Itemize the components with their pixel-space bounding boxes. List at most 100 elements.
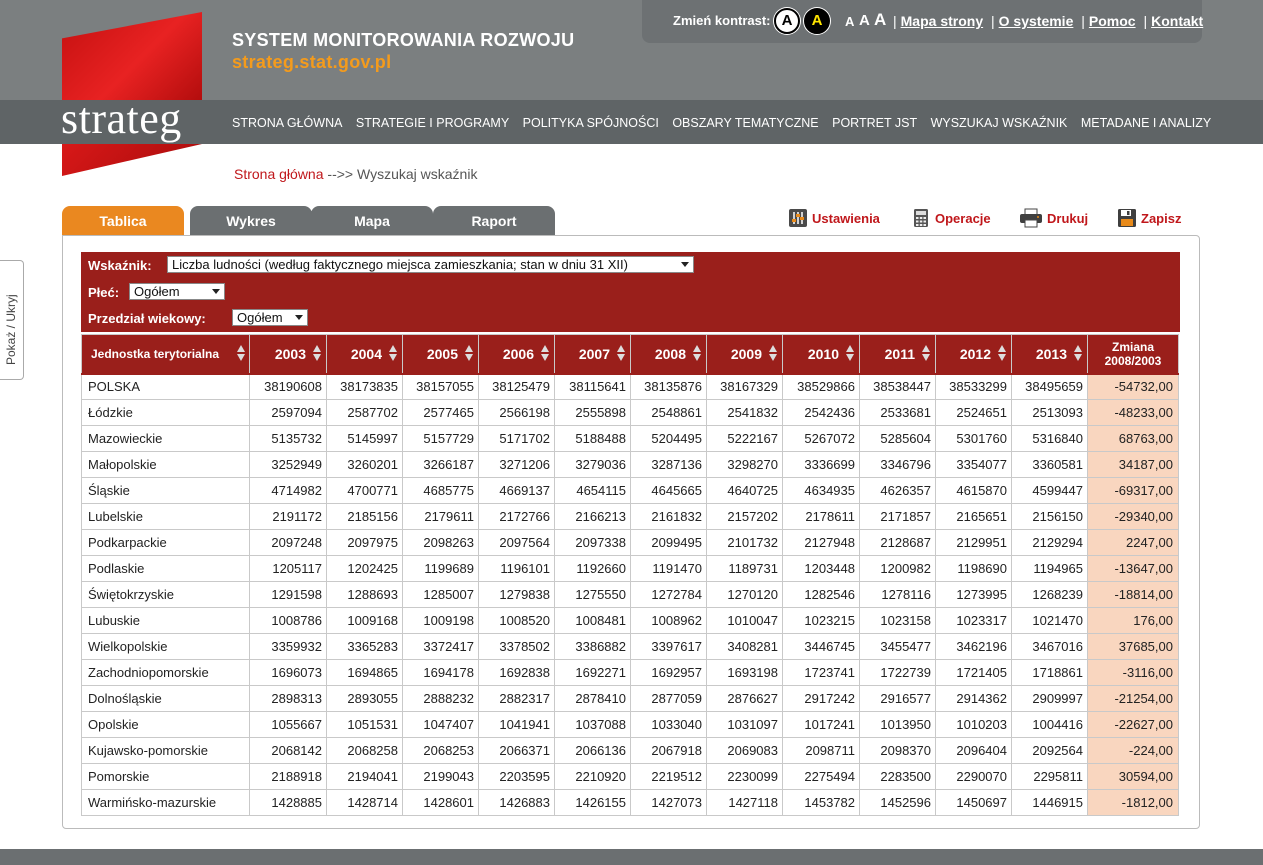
column-header-year[interactable]: 2006 <box>478 334 555 374</box>
chevron-down-icon <box>681 262 689 267</box>
logo-text[interactable]: strateg <box>61 93 182 144</box>
nav-item-metadata[interactable]: METADANE I ANALIZY <box>1081 116 1211 130</box>
sex-select[interactable]: Ogółem <box>129 283 225 300</box>
value-cell: 2230099 <box>706 763 783 790</box>
sort-arrows-icon[interactable] <box>389 345 397 363</box>
sort-arrows-icon[interactable] <box>1074 345 1082 363</box>
value-cell: 2098263 <box>402 529 479 556</box>
value-cell: 38125479 <box>478 372 555 400</box>
font-small-button[interactable]: A <box>845 14 854 29</box>
table-row: Śląskie 4714982 4700771 4685775 4669137 46541… <box>81 477 1179 504</box>
value-cell: 38115641 <box>554 372 631 400</box>
show-hide-toggle[interactable]: Pokaż / Ukryj <box>0 260 24 380</box>
utility-links: | Mapa strony | O systemie | Pomoc | Kontakt <box>889 13 1203 29</box>
sort-arrows-icon[interactable] <box>465 345 473 363</box>
nav-item-search-indicator[interactable]: WYSZUKAJ WSKAŹNIK <box>931 116 1068 130</box>
value-cell: 2129294 <box>1011 529 1088 556</box>
value-cell: 1721405 <box>935 659 1012 686</box>
contrast-normal-button[interactable]: A <box>774 8 800 34</box>
column-header-year[interactable]: 2009 <box>706 334 783 374</box>
contact-link[interactable]: Kontakt <box>1151 13 1203 29</box>
tab-report[interactable]: Raport <box>433 206 555 236</box>
column-header-year[interactable]: 2003 <box>249 334 327 374</box>
value-cell: 3260201 <box>326 451 403 478</box>
change-cell: -18814,00 <box>1087 581 1179 608</box>
font-large-button[interactable]: A <box>874 10 886 30</box>
value-cell: 3386882 <box>554 633 631 660</box>
contrast-high-button[interactable]: A <box>804 8 830 34</box>
value-cell: 2127948 <box>782 529 860 556</box>
print-label: Drukuj <box>1047 211 1089 226</box>
column-header-change[interactable]: Zmiana 2008/2003 <box>1087 334 1179 374</box>
value-cell: 2888232 <box>402 685 479 712</box>
sort-arrows-icon[interactable] <box>313 345 321 363</box>
value-cell: 1268239 <box>1011 581 1088 608</box>
indicator-select-value: Liczba ludności (według faktycznego miej… <box>172 257 628 272</box>
nav-item-strategies[interactable]: STRATEGIE I PROGRAMY <box>356 116 509 130</box>
age-range-select[interactable]: Ogółem <box>232 309 308 326</box>
about-system-link[interactable]: O systemie <box>999 13 1074 29</box>
change-header-line1: Zmiana <box>1111 339 1154 354</box>
help-link[interactable]: Pomoc <box>1089 13 1136 29</box>
value-cell: 3252949 <box>249 451 327 478</box>
sort-arrows-icon[interactable] <box>922 345 930 363</box>
sort-arrows-icon[interactable] <box>769 345 777 363</box>
value-cell: 2295811 <box>1011 763 1088 790</box>
column-header-year[interactable]: 2007 <box>554 334 631 374</box>
column-header-year[interactable]: 2008 <box>630 334 707 374</box>
change-cell: -69317,00 <box>1087 477 1179 504</box>
breadcrumb-current: Wyszukaj wskaźnik <box>356 166 478 182</box>
site-url[interactable]: strateg.stat.gov.pl <box>232 52 391 73</box>
save-label: Zapisz <box>1141 211 1182 226</box>
value-cell: 2068142 <box>249 737 327 764</box>
site-map-link[interactable]: Mapa strony <box>901 13 983 29</box>
value-cell: 2587702 <box>326 399 403 426</box>
value-cell: 1285007 <box>402 581 479 608</box>
value-cell: 2219512 <box>630 763 707 790</box>
indicator-select[interactable]: Liczba ludności (według faktycznego miej… <box>167 256 694 273</box>
value-cell: 4645665 <box>630 477 707 504</box>
value-cell: 1453782 <box>782 789 860 816</box>
font-medium-button[interactable]: A <box>859 12 870 29</box>
sort-arrows-icon[interactable] <box>998 345 1006 363</box>
value-cell: 38135876 <box>630 372 707 400</box>
table-header-row: Jednostka terytorialna 2003 2004 2005 20… <box>81 334 1179 374</box>
column-header-year[interactable]: 2005 <box>402 334 479 374</box>
change-cell: -22627,00 <box>1087 711 1179 738</box>
nav-item-jst-portrait[interactable]: PORTRET JST <box>832 116 917 130</box>
link-separator: | <box>1143 13 1148 29</box>
table-row: Wielkopolskie 3359932 3365283 3372417 337850… <box>81 633 1179 660</box>
year-label: 2008 <box>654 345 686 362</box>
column-header-unit[interactable]: Jednostka terytorialna <box>81 334 250 374</box>
column-header-year[interactable]: 2011 <box>859 334 936 374</box>
tab-chart[interactable]: Wykres <box>190 206 312 236</box>
value-cell: 38190608 <box>249 372 327 400</box>
value-cell: 1278116 <box>859 581 936 608</box>
sort-arrows-icon[interactable] <box>617 345 625 363</box>
nav-item-thematic-areas[interactable]: OBSZARY TEMATYCZNE <box>672 116 818 130</box>
sort-arrows-icon[interactable] <box>693 345 701 363</box>
table-row: Kujawsko-pomorskie 2068142 2068258 2068253 2… <box>81 737 1179 764</box>
nav-item-home[interactable]: STRONA GŁÓWNA <box>232 116 342 130</box>
change-cell: 34187,00 <box>1087 451 1179 478</box>
sort-arrows-icon[interactable] <box>237 345 245 363</box>
sort-arrows-icon[interactable] <box>846 345 854 363</box>
breadcrumb-home[interactable]: Strona główna <box>234 166 324 182</box>
column-header-year[interactable]: 2013 <box>1011 334 1088 374</box>
tab-map[interactable]: Mapa <box>311 206 433 236</box>
value-cell: 1008481 <box>554 607 631 634</box>
value-cell: 5135732 <box>249 425 327 452</box>
value-cell: 1692957 <box>630 659 707 686</box>
column-header-year[interactable]: 2012 <box>935 334 1012 374</box>
year-label: 2010 <box>807 345 839 362</box>
value-cell: 1452596 <box>859 789 936 816</box>
settings-sliders-icon <box>789 209 807 227</box>
column-header-year[interactable]: 2010 <box>782 334 860 374</box>
value-cell: 38495659 <box>1011 372 1088 400</box>
nav-item-cohesion-policy[interactable]: POLITYKA SPÓJNOŚCI <box>523 116 659 130</box>
sort-arrows-icon[interactable] <box>541 345 549 363</box>
column-header-year[interactable]: 2004 <box>326 334 403 374</box>
tab-table[interactable]: Tablica <box>62 206 184 236</box>
year-label: 2005 <box>426 345 458 362</box>
change-cell: -224,00 <box>1087 737 1179 764</box>
